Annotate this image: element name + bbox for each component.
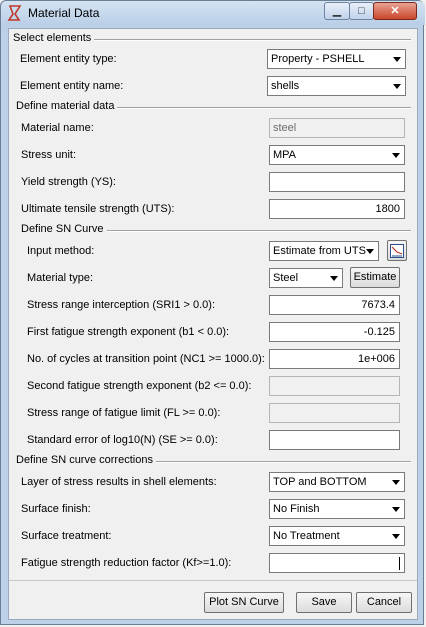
surface-finish-label: Surface finish: (21, 503, 91, 515)
section-divider (102, 230, 411, 232)
title-bar: Material Data ▁ □ ✕ (1, 1, 425, 25)
maximize-button[interactable]: □ (349, 2, 374, 20)
fl-field[interactable] (269, 403, 400, 423)
section-define-sn: Define SN Curve (21, 223, 413, 237)
nc1-field[interactable]: 1e+006 (269, 349, 400, 369)
input-method-label: Input method: (27, 245, 95, 257)
entity-type-select[interactable]: Property - PSHELL (267, 49, 406, 69)
entity-name-select[interactable]: shells (267, 76, 406, 96)
input-method-value: Estimate from UTS (273, 245, 366, 257)
yield-strength-label: Yield strength (YS): (21, 176, 116, 188)
kf-label: Fatigue strength reduction factor (Kf>=1… (21, 557, 232, 569)
maximize-icon: □ (358, 5, 365, 17)
dialog-body: Select elements Element entity type: Pro… (8, 28, 418, 620)
minimize-icon: ▁ (332, 5, 342, 17)
minimize-button[interactable]: ▁ (324, 2, 350, 20)
button-bar-divider (9, 580, 417, 581)
entity-name-label: Element entity name: (20, 80, 124, 92)
layer-select[interactable]: TOP and BOTTOM (269, 472, 405, 492)
b1-value: -0.125 (363, 326, 395, 338)
sri1-field[interactable]: 7673.4 (269, 295, 400, 315)
chevron-down-icon (390, 78, 404, 94)
sri1-label: Stress range interception (SRI1 > 0.0): (27, 299, 216, 311)
chevron-down-icon (389, 501, 403, 517)
chevron-down-icon (389, 528, 403, 544)
layer-value: TOP and BOTTOM (273, 476, 367, 488)
close-icon: ✕ (390, 5, 400, 17)
section-define-material: Define material data (16, 100, 413, 114)
entity-type-label: Element entity type: (20, 53, 117, 65)
plot-preview-button[interactable] (387, 240, 407, 261)
b1-label: First fatigue strength exponent (b1 < 0.… (27, 326, 230, 338)
material-name-value: steel (273, 122, 297, 134)
plot-sn-curve-button[interactable]: Plot SN Curve (204, 592, 284, 613)
material-data-icon (7, 5, 22, 21)
material-type-label: Material type: (27, 272, 94, 284)
chevron-down-icon (363, 243, 377, 259)
uts-field[interactable]: 1800 (269, 199, 405, 219)
estimate-button[interactable]: Estimate (350, 267, 400, 288)
nc1-value: 1e+006 (357, 353, 395, 365)
surface-treatment-select[interactable]: No Treatment (269, 526, 405, 546)
section-title: Define SN curve corrections (16, 454, 156, 466)
stress-unit-select[interactable]: MPA (269, 145, 405, 165)
entity-name-value: shells (271, 80, 300, 92)
save-button[interactable]: Save (296, 592, 352, 613)
section-select-elements: Select elements (13, 32, 413, 46)
cancel-button[interactable]: Cancel (356, 592, 412, 613)
surface-finish-select[interactable]: No Finish (269, 499, 405, 519)
b2-label: Second fatigue strength exponent (b2 <= … (27, 380, 252, 392)
nc1-label: No. of cycles at transition point (NC1 >… (27, 353, 265, 365)
material-name-field[interactable]: steel (269, 118, 405, 138)
chevron-down-icon (327, 270, 341, 286)
chevron-down-icon (390, 51, 404, 67)
uts-value: 1800 (375, 203, 400, 215)
close-button[interactable]: ✕ (373, 2, 417, 20)
section-title: Define SN Curve (21, 223, 107, 235)
b2-field[interactable] (269, 376, 400, 396)
uts-label: Ultimate tensile strength (UTS): (21, 203, 175, 215)
stress-unit-label: Stress unit: (21, 149, 77, 161)
fl-label: Stress range of fatigue limit (FL >= 0.0… (27, 407, 221, 419)
sri1-value: 7673.4 (361, 299, 395, 311)
chevron-down-icon (389, 474, 403, 490)
yield-strength-field[interactable] (269, 172, 405, 192)
chevron-down-icon (389, 147, 403, 163)
section-divider (111, 107, 411, 109)
section-divider (93, 39, 411, 41)
surface-finish-value: No Finish (273, 503, 320, 515)
se-label: Standard error of log10(N) (SE >= 0.0): (27, 434, 218, 446)
surface-treatment-value: No Treatment (273, 530, 340, 542)
section-title: Define material data (16, 100, 118, 112)
material-name-label: Material name: (21, 122, 94, 134)
layer-label: Layer of stress results in shell element… (21, 476, 217, 488)
chart-icon (390, 244, 404, 258)
window-title: Material Data (28, 6, 100, 20)
kf-field[interactable] (269, 553, 405, 573)
entity-type-value: Property - PSHELL (271, 53, 365, 65)
material-type-value: Steel (273, 272, 299, 284)
material-type-select[interactable]: Steel (269, 268, 343, 288)
se-field[interactable] (269, 430, 400, 450)
text-cursor (399, 557, 400, 570)
stress-unit-value: MPA (273, 149, 297, 161)
section-title: Select elements (13, 32, 95, 44)
surface-treatment-label: Surface treatment: (21, 530, 112, 542)
b1-field[interactable]: -0.125 (269, 322, 400, 342)
section-divider (154, 461, 411, 463)
input-method-select[interactable]: Estimate from UTS (269, 241, 379, 261)
section-define-corrections: Define SN curve corrections (16, 454, 413, 468)
material-data-window: Material Data ▁ □ ✕ Select elements Elem… (0, 0, 425, 625)
